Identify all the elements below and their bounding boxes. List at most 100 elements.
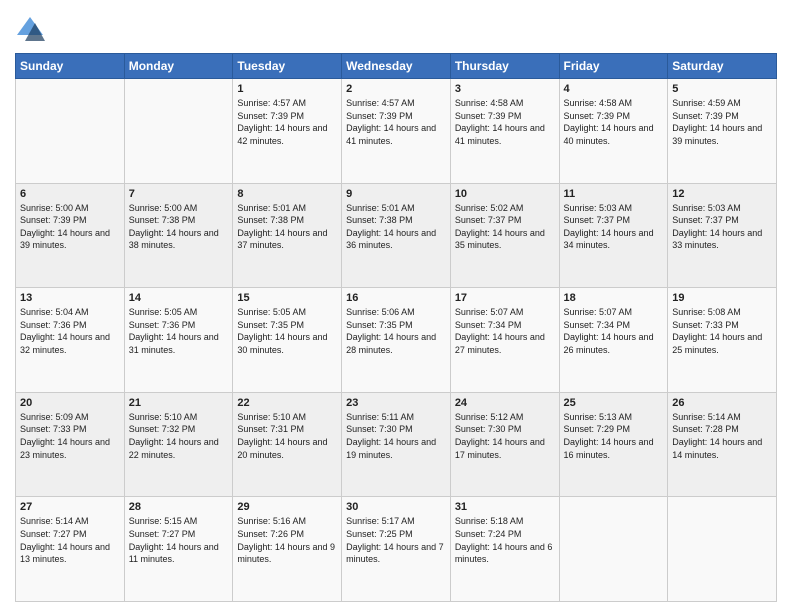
day-number: 15	[237, 292, 337, 304]
day-detail: Sunrise: 5:00 AM Sunset: 7:38 PM Dayligh…	[129, 202, 229, 252]
day-number: 25	[564, 397, 664, 409]
calendar-cell: 6Sunrise: 5:00 AM Sunset: 7:39 PM Daylig…	[16, 183, 125, 288]
weekday-header-monday: Monday	[124, 54, 233, 79]
day-number: 6	[20, 188, 120, 200]
day-number: 26	[672, 397, 772, 409]
day-number: 27	[20, 501, 120, 513]
day-number: 21	[129, 397, 229, 409]
calendar-cell: 28 Sunrise: 5:15 AM Sunset: 7:27 PM Dayli…	[124, 497, 233, 602]
day-detail: Sunrise: 5:07 AM Sunset: 7:34 PM Dayligh…	[455, 306, 555, 356]
day-detail: Sunrise: 5:18 AM Sunset: 7:24 PM Dayligh…	[455, 515, 555, 565]
calendar-cell: 24Sunrise: 5:12 AM Sunset: 7:30 PM Dayli…	[450, 392, 559, 497]
calendar-cell: 17 Sunrise: 5:07 AM Sunset: 7:34 PM Dayli…	[450, 288, 559, 393]
calendar-week-5: 27Sunrise: 5:14 AM Sunset: 7:27 PM Dayli…	[16, 497, 777, 602]
weekday-header-wednesday: Wednesday	[342, 54, 451, 79]
calendar-cell: 14 Sunrise: 5:05 AM Sunset: 7:36 PM Dayli…	[124, 288, 233, 393]
weekday-header-saturday: Saturday	[668, 54, 777, 79]
calendar-cell: 31 Sunrise: 5:18 AM Sunset: 7:24 PM Dayli…	[450, 497, 559, 602]
day-detail: Sunrise: 5:07 AM Sunset: 7:34 PM Dayligh…	[564, 306, 664, 356]
day-detail: Sunrise: 5:16 AM Sunset: 7:26 PM Dayligh…	[237, 515, 337, 565]
day-detail: Sunrise: 5:03 AM Sunset: 7:37 PM Dayligh…	[564, 202, 664, 252]
calendar-cell: 13 Sunrise: 5:04 AM Sunset: 7:36 PM Dayli…	[16, 288, 125, 393]
day-number: 23	[346, 397, 446, 409]
calendar-cell: 30 Sunrise: 5:17 AM Sunset: 7:25 PM Dayli…	[342, 497, 451, 602]
calendar-cell: 26 Sunrise: 5:14 AM Sunset: 7:28 PM Dayli…	[668, 392, 777, 497]
day-detail: Sunrise: 5:17 AM Sunset: 7:25 PM Dayligh…	[346, 515, 446, 565]
day-number: 29	[237, 501, 337, 513]
day-detail: Sunrise: 5:01 AM Sunset: 7:38 PM Dayligh…	[346, 202, 446, 252]
day-detail: Sunrise: 5:15 AM Sunset: 7:27 PM Dayligh…	[129, 515, 229, 565]
calendar-cell: 16 Sunrise: 5:06 AM Sunset: 7:35 PM Dayli…	[342, 288, 451, 393]
calendar-week-2: 6Sunrise: 5:00 AM Sunset: 7:39 PM Daylig…	[16, 183, 777, 288]
day-number: 31	[455, 501, 555, 513]
day-detail: Sunrise: 5:04 AM Sunset: 7:36 PM Dayligh…	[20, 306, 120, 356]
day-number: 8	[237, 188, 337, 200]
day-detail: Sunrise: 5:10 AM Sunset: 7:31 PM Dayligh…	[237, 411, 337, 461]
calendar-cell: 25 Sunrise: 5:13 AM Sunset: 7:29 PM Dayli…	[559, 392, 668, 497]
day-detail: Sunrise: 5:06 AM Sunset: 7:35 PM Dayligh…	[346, 306, 446, 356]
calendar-cell: 15 Sunrise: 5:05 AM Sunset: 7:35 PM Dayli…	[233, 288, 342, 393]
day-number: 10	[455, 188, 555, 200]
day-number: 14	[129, 292, 229, 304]
day-number: 28	[129, 501, 229, 513]
day-detail: Sunrise: 4:59 AM Sunset: 7:39 PM Dayligh…	[672, 97, 772, 147]
day-number: 20	[20, 397, 120, 409]
calendar-cell: 27Sunrise: 5:14 AM Sunset: 7:27 PM Dayli…	[16, 497, 125, 602]
calendar-cell	[668, 497, 777, 602]
calendar-cell: 22 Sunrise: 5:10 AM Sunset: 7:31 PM Dayli…	[233, 392, 342, 497]
day-number: 17	[455, 292, 555, 304]
calendar-week-4: 20Sunrise: 5:09 AM Sunset: 7:33 PM Dayli…	[16, 392, 777, 497]
calendar-table: SundayMondayTuesdayWednesdayThursdayFrid…	[15, 53, 777, 602]
day-detail: Sunrise: 4:57 AM Sunset: 7:39 PM Dayligh…	[346, 97, 446, 147]
weekday-header-friday: Friday	[559, 54, 668, 79]
day-number: 7	[129, 188, 229, 200]
calendar-cell: 10 Sunrise: 5:02 AM Sunset: 7:37 PM Dayli…	[450, 183, 559, 288]
day-number: 13	[20, 292, 120, 304]
day-number: 11	[564, 188, 664, 200]
day-detail: Sunrise: 5:13 AM Sunset: 7:29 PM Dayligh…	[564, 411, 664, 461]
day-number: 4	[564, 83, 664, 95]
day-detail: Sunrise: 5:14 AM Sunset: 7:28 PM Dayligh…	[672, 411, 772, 461]
day-number: 30	[346, 501, 446, 513]
calendar-cell: 8 Sunrise: 5:01 AM Sunset: 7:38 PM Daylig…	[233, 183, 342, 288]
day-detail: Sunrise: 5:05 AM Sunset: 7:35 PM Dayligh…	[237, 306, 337, 356]
calendar-cell: 7 Sunrise: 5:00 AM Sunset: 7:38 PM Daylig…	[124, 183, 233, 288]
calendar-cell: 19 Sunrise: 5:08 AM Sunset: 7:33 PM Dayli…	[668, 288, 777, 393]
day-number: 5	[672, 83, 772, 95]
day-number: 19	[672, 292, 772, 304]
page: SundayMondayTuesdayWednesdayThursdayFrid…	[0, 0, 792, 612]
day-number: 24	[455, 397, 555, 409]
day-detail: Sunrise: 5:08 AM Sunset: 7:33 PM Dayligh…	[672, 306, 772, 356]
day-number: 22	[237, 397, 337, 409]
calendar-cell: 29 Sunrise: 5:16 AM Sunset: 7:26 PM Dayli…	[233, 497, 342, 602]
day-number: 12	[672, 188, 772, 200]
day-detail: Sunrise: 5:03 AM Sunset: 7:37 PM Dayligh…	[672, 202, 772, 252]
logo-icon	[15, 15, 45, 43]
calendar-cell: 12 Sunrise: 5:03 AM Sunset: 7:37 PM Dayli…	[668, 183, 777, 288]
calendar-cell: 4 Sunrise: 4:58 AM Sunset: 7:39 PM Daylig…	[559, 79, 668, 184]
calendar-cell: 21 Sunrise: 5:10 AM Sunset: 7:32 PM Dayli…	[124, 392, 233, 497]
calendar-cell: 20Sunrise: 5:09 AM Sunset: 7:33 PM Dayli…	[16, 392, 125, 497]
calendar-cell	[16, 79, 125, 184]
day-detail: Sunrise: 5:05 AM Sunset: 7:36 PM Dayligh…	[129, 306, 229, 356]
day-detail: Sunrise: 5:10 AM Sunset: 7:32 PM Dayligh…	[129, 411, 229, 461]
day-number: 9	[346, 188, 446, 200]
calendar-week-1: 1Sunrise: 4:57 AM Sunset: 7:39 PM Daylig…	[16, 79, 777, 184]
day-detail: Sunrise: 5:02 AM Sunset: 7:37 PM Dayligh…	[455, 202, 555, 252]
header	[15, 15, 777, 43]
calendar-week-3: 13 Sunrise: 5:04 AM Sunset: 7:36 PM Dayli…	[16, 288, 777, 393]
day-number: 3	[455, 83, 555, 95]
calendar-cell: 18 Sunrise: 5:07 AM Sunset: 7:34 PM Dayli…	[559, 288, 668, 393]
calendar-cell: 2 Sunrise: 4:57 AM Sunset: 7:39 PM Daylig…	[342, 79, 451, 184]
logo	[15, 15, 47, 43]
day-number: 18	[564, 292, 664, 304]
day-number: 2	[346, 83, 446, 95]
day-number: 16	[346, 292, 446, 304]
calendar-header-row: SundayMondayTuesdayWednesdayThursdayFrid…	[16, 54, 777, 79]
day-detail: Sunrise: 4:58 AM Sunset: 7:39 PM Dayligh…	[564, 97, 664, 147]
weekday-header-thursday: Thursday	[450, 54, 559, 79]
day-detail: Sunrise: 5:01 AM Sunset: 7:38 PM Dayligh…	[237, 202, 337, 252]
calendar-cell: 5 Sunrise: 4:59 AM Sunset: 7:39 PM Daylig…	[668, 79, 777, 184]
calendar-cell	[124, 79, 233, 184]
calendar-cell: 1Sunrise: 4:57 AM Sunset: 7:39 PM Daylig…	[233, 79, 342, 184]
